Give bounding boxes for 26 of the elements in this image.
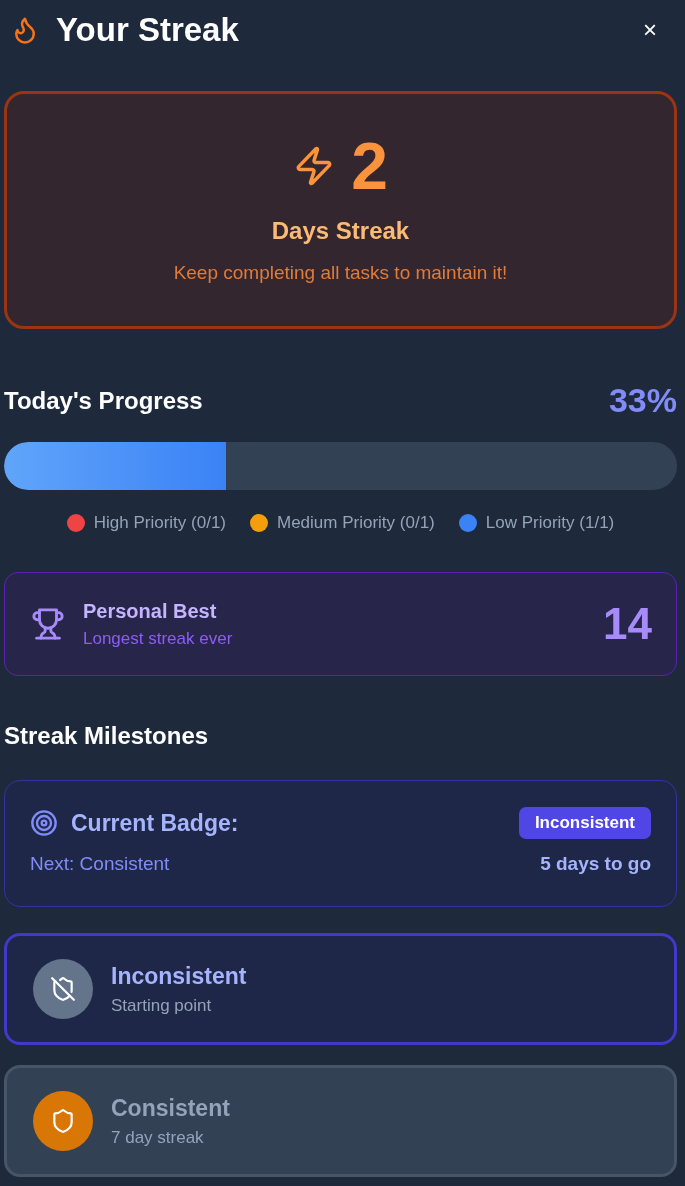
dialog-title: Your Streak xyxy=(56,10,239,51)
personal-best-value: 14 xyxy=(603,597,652,650)
streak-label: Days Streak xyxy=(271,215,410,246)
current-badge-label: Current Badge: xyxy=(71,808,239,838)
target-icon xyxy=(30,808,58,837)
personal-best-subtitle: Longest streak ever xyxy=(83,627,233,650)
days-remaining: 5 days to go xyxy=(540,852,651,876)
section-title: Streak Milestones xyxy=(4,720,210,751)
milestone-card[interactable]: Consistent 7 day streak xyxy=(4,1064,677,1177)
section-title: Today's Progress xyxy=(4,385,203,416)
next-badge-text: Next: Consistent xyxy=(30,852,170,876)
legend-label: High Priority (0/1) xyxy=(93,512,226,534)
streak-count: 2 xyxy=(351,132,388,199)
trophy-icon xyxy=(31,606,65,641)
milestone-name: Consistent xyxy=(111,1093,230,1123)
badge: Inconsistent xyxy=(518,807,651,839)
progress-percent: 33% xyxy=(608,380,677,421)
milestone-name: Inconsistent xyxy=(111,961,247,991)
legend-label: Low Priority (1/1) xyxy=(485,512,615,534)
streak-message: Keep completing all tasks to maintain it! xyxy=(173,260,508,285)
milestone-description: 7 day streak xyxy=(111,1127,205,1149)
personal-best-title: Personal Best xyxy=(83,598,218,624)
close-button[interactable]: × xyxy=(643,18,657,42)
milestone-card[interactable]: Inconsistent Starting point xyxy=(4,932,677,1045)
legend-label: Medium Priority (0/1) xyxy=(277,512,435,534)
milestone-description: Starting point xyxy=(111,995,213,1017)
